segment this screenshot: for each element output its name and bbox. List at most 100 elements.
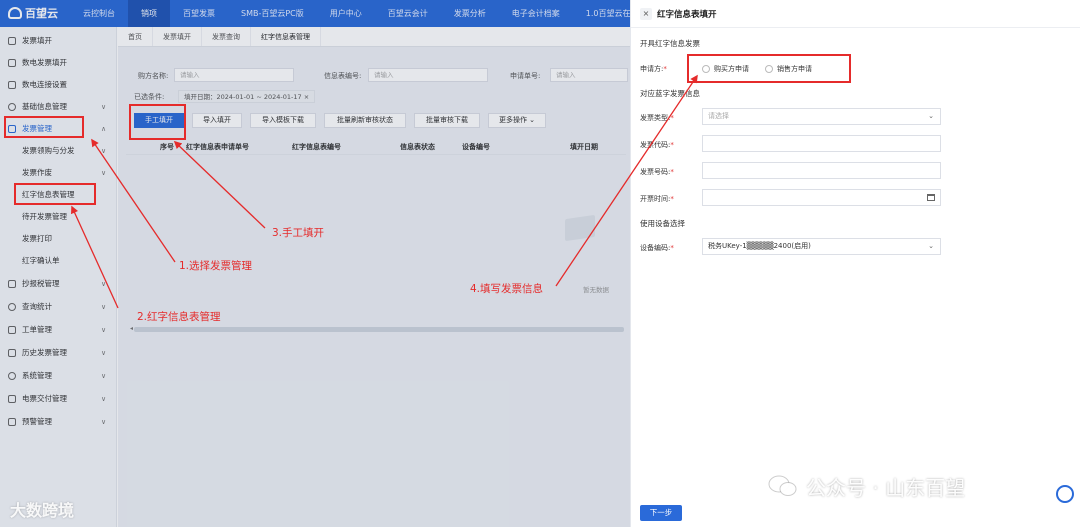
- col-status: 信息表状态: [400, 143, 435, 151]
- chevron-down-icon: ∨: [101, 303, 107, 311]
- radio-seller-apply[interactable]: 销售方申请: [765, 64, 812, 74]
- invoice-management-icon: [8, 125, 16, 133]
- issue-time-label: 开票时间:*: [640, 195, 674, 203]
- nav-item-e-archive[interactable]: 电子会计档案: [499, 0, 573, 27]
- chevron-down-icon: ∨: [101, 372, 107, 380]
- col-table-number: 红字信息表编号: [292, 143, 341, 151]
- invoice-type-select[interactable]: 请选择 ⌄: [702, 108, 941, 125]
- radio-circle-icon: [702, 65, 710, 73]
- sidebar-item-e-delivery[interactable]: 电票交付管理 ∨: [0, 388, 117, 410]
- sidebar-item-red-confirmation[interactable]: 红字确认单: [0, 250, 117, 272]
- sidebar-item-digital-connection[interactable]: 数电连接设置: [0, 74, 117, 96]
- sidebar-item-invoice-issue[interactable]: 发票填开: [0, 30, 117, 52]
- device-code-select[interactable]: 税务UKey-1▒▒▒▒▒2400(启用) ⌄: [702, 238, 941, 255]
- main-content: 首页 发票填开 发票查询 红字信息表管理 购方名称: 请输入 信息表编号: 请输…: [118, 27, 630, 527]
- info-icon: [8, 103, 16, 111]
- buyer-name-input[interactable]: 请输入: [174, 68, 294, 82]
- nav-item-accounting[interactable]: 百望云会计: [375, 0, 441, 27]
- nav-item-smb-pc[interactable]: SMB-百望云PC版: [228, 0, 317, 27]
- history-icon: [8, 349, 16, 357]
- buyer-name-label: 购方名称:: [138, 72, 169, 80]
- section-device: 使用设备选择: [640, 219, 685, 228]
- scroll-left-icon[interactable]: ◂: [130, 325, 133, 332]
- issue-time-picker[interactable]: [702, 189, 941, 206]
- table-header: 序号 红字信息表申请单号 红字信息表编号 信息表状态 设备编号 填开日期: [126, 139, 626, 155]
- tab-home[interactable]: 首页: [118, 27, 153, 46]
- chevron-down-icon: ∨: [101, 147, 107, 155]
- watermark-left: 大数跨境: [10, 501, 75, 520]
- sidebar-item-history-invoices[interactable]: 历史发票管理 ∨: [0, 342, 117, 364]
- sidebar-item-invoice-purchase[interactable]: 发票领购与分发 ∨: [0, 140, 117, 162]
- tab-invoice-query[interactable]: 发票查询: [202, 27, 251, 46]
- app-logo-text: 百望云: [25, 7, 58, 20]
- apply-number-label: 申请单号:: [510, 72, 541, 80]
- chevron-down-icon: ∨: [101, 349, 107, 357]
- chevron-down-icon: ∨: [101, 326, 107, 334]
- annotation-step4: 4.填写发票信息: [470, 283, 544, 295]
- nav-item-sales[interactable]: 销项: [128, 0, 170, 27]
- red-info-drawer: × 红字信息表填开 开具红字信息发票 申请方:* 购买方申请 销售方申请 对应蓝…: [630, 0, 1080, 527]
- close-icon[interactable]: ×: [640, 8, 652, 20]
- sidebar: 发票填开 数电发票填开 数电连接设置 基础信息管理 ∨ 发票管理 ∧ 发票领购与分发…: [0, 27, 117, 527]
- annotation-step2: 2.红字信息表管理: [137, 311, 221, 323]
- empty-state-text: 暂无数据: [583, 286, 609, 294]
- info-number-input[interactable]: 请输入: [368, 68, 488, 82]
- date-filter-tag[interactable]: 填开日期：2024-01-01 ~ 2024-01-17 ×: [178, 90, 316, 103]
- import-issue-button[interactable]: 导入填开: [192, 113, 242, 128]
- annotation-step3: 3.手工填开: [272, 227, 325, 239]
- tab-red-info-table[interactable]: 红字信息表管理: [251, 27, 321, 46]
- horizontal-scrollbar[interactable]: [134, 327, 624, 332]
- section-red-invoice: 开具红字信息发票: [640, 39, 700, 48]
- sidebar-item-pending-invoices[interactable]: 待开发票管理: [0, 206, 117, 228]
- sidebar-item-system[interactable]: 系统管理 ∨: [0, 365, 117, 387]
- chevron-down-icon: ⌄: [928, 112, 934, 120]
- sidebar-item-invoice-management[interactable]: 发票管理 ∧: [0, 118, 117, 140]
- chevron-down-icon: ∨: [101, 395, 107, 403]
- nav-item-invoice-analysis[interactable]: 发票分析: [441, 0, 499, 27]
- radio-buyer-apply[interactable]: 购买方申请: [702, 64, 749, 74]
- manual-issue-button[interactable]: 手工填开: [134, 113, 184, 128]
- batch-review-download-button[interactable]: 批量审核下载: [414, 113, 480, 128]
- applicant-label: 申请方:*: [640, 65, 667, 73]
- more-actions-button[interactable]: 更多操作 ⌄: [488, 113, 546, 128]
- apply-number-input[interactable]: 请输入: [550, 68, 628, 82]
- col-issue-date: 填开日期: [570, 143, 598, 151]
- chevron-down-icon: ⌄: [928, 242, 934, 250]
- page-tabs: 首页 发票填开 发票查询 红字信息表管理: [118, 27, 630, 47]
- chart-icon: [8, 303, 16, 311]
- sidebar-item-query-stats[interactable]: 查询统计 ∨: [0, 296, 117, 318]
- app-logo[interactable]: 百望云: [8, 5, 58, 21]
- sidebar-item-invoice-void[interactable]: 发票作废 ∨: [0, 162, 117, 184]
- sidebar-item-tax-report[interactable]: 抄报税管理 ∨: [0, 273, 117, 295]
- nav-item-baiwang-invoice[interactable]: 百望发票: [170, 0, 228, 27]
- col-apply-number: 红字信息表申请单号: [186, 143, 249, 151]
- selected-conditions-label: 已选条件:: [134, 93, 165, 101]
- invoice-icon: [8, 37, 16, 45]
- invoice-type-label: 发票类型:*: [640, 114, 674, 122]
- invoice-code-input[interactable]: [702, 135, 941, 152]
- tab-invoice-issue[interactable]: 发票填开: [153, 27, 202, 46]
- nav-item-console[interactable]: 云控制台: [70, 0, 128, 27]
- sidebar-item-basic-info[interactable]: 基础信息管理 ∨: [0, 96, 117, 118]
- sidebar-item-work-orders[interactable]: 工单管理 ∨: [0, 319, 117, 341]
- sidebar-item-invoice-print[interactable]: 发票打印: [0, 228, 117, 250]
- next-step-button[interactable]: 下一步: [640, 505, 682, 521]
- batch-refresh-button[interactable]: 批量刷新审核状态: [324, 113, 406, 128]
- invoice-number-input[interactable]: [702, 162, 941, 179]
- template-download-button[interactable]: 导入模板下载: [250, 113, 316, 128]
- drawer-title: 红字信息表填开: [657, 10, 717, 20]
- warning-icon: [8, 418, 16, 426]
- section-blue-invoice: 对应蓝字发票信息: [640, 89, 700, 98]
- sidebar-item-warnings[interactable]: 预警管理 ∨: [0, 411, 117, 433]
- sidebar-item-digital-issue[interactable]: 数电发票填开: [0, 52, 117, 74]
- chevron-down-icon: ∨: [101, 169, 107, 177]
- document-icon: [8, 59, 16, 67]
- device-code-label: 设备编码:*: [640, 244, 674, 252]
- sidebar-item-red-info-table[interactable]: 红字信息表管理: [0, 184, 117, 206]
- nav-item-user-center[interactable]: 用户中心: [317, 0, 375, 27]
- invoice-number-label: 发票号码:*: [640, 168, 674, 176]
- floating-assistant-icon[interactable]: [1056, 485, 1074, 503]
- gear-icon: [8, 372, 16, 380]
- empty-box-icon: [565, 214, 595, 242]
- radio-circle-icon: [765, 65, 773, 73]
